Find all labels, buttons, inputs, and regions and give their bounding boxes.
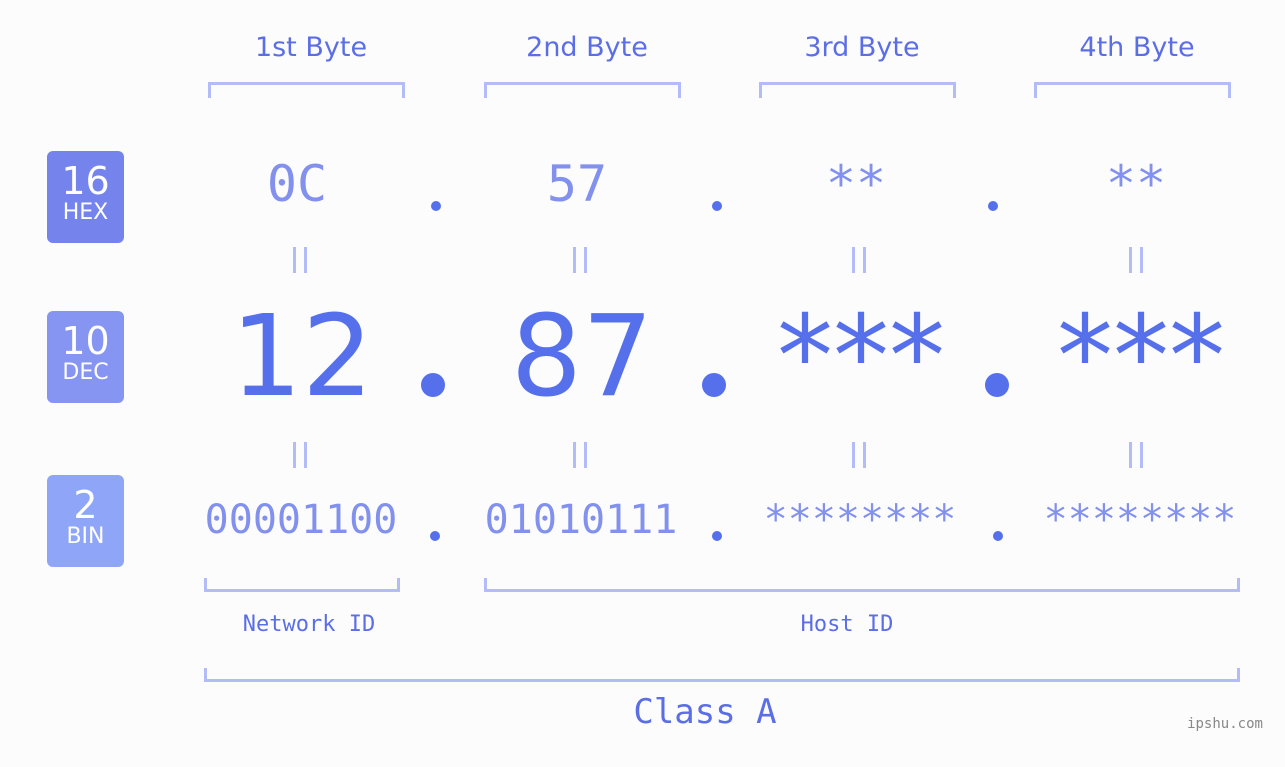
equals-icon — [852, 247, 866, 273]
byte-1-bracket — [208, 82, 405, 98]
byte-header-4: 4th Byte — [1079, 32, 1195, 63]
hex-badge-label: HEX — [62, 200, 109, 225]
bin-dot-separator — [430, 531, 440, 541]
dec-badge: 10 DEC — [47, 311, 124, 403]
hex-value-2: 57 — [546, 155, 608, 213]
bin-badge-label: BIN — [66, 524, 105, 549]
class-label: Class A — [633, 692, 777, 732]
hex-dot-separator — [712, 201, 722, 211]
byte-header-2: 2nd Byte — [526, 32, 648, 63]
equals-icon — [293, 247, 307, 273]
watermark: ipshu.com — [1187, 716, 1263, 732]
hex-value-4: ** — [1105, 155, 1167, 213]
dec-value-2: 87 — [510, 292, 654, 422]
hex-value-1: 0C — [266, 155, 328, 213]
bin-value-2: 01010111 — [484, 497, 678, 543]
dec-value-4: *** — [1057, 292, 1225, 422]
equals-icon — [293, 442, 307, 468]
byte-header-1: 1st Byte — [254, 32, 368, 63]
dec-dot-separator — [421, 373, 445, 397]
class-bracket — [204, 668, 1240, 682]
bin-dot-separator — [993, 531, 1003, 541]
equals-icon — [573, 247, 587, 273]
dec-badge-label: DEC — [62, 360, 109, 385]
hex-value-3: ** — [825, 155, 887, 213]
byte-4-bracket — [1034, 82, 1231, 98]
byte-header-3: 3rd Byte — [804, 32, 920, 63]
dec-dot-separator — [702, 373, 726, 397]
bin-badge: 2 BIN — [47, 475, 124, 567]
host-id-label: Host ID — [800, 612, 894, 637]
equals-icon — [573, 442, 587, 468]
dec-dot-separator — [985, 373, 1009, 397]
dec-badge-number: 10 — [61, 319, 110, 363]
equals-icon — [1129, 247, 1143, 273]
host-id-bracket — [484, 578, 1240, 592]
bin-dot-separator — [712, 531, 722, 541]
hex-badge: 16 HEX — [47, 151, 124, 243]
equals-icon — [852, 442, 866, 468]
network-id-label: Network ID — [242, 612, 376, 637]
byte-2-bracket — [484, 82, 681, 98]
bin-value-3: ******** — [763, 497, 957, 543]
dec-value-3: *** — [777, 292, 945, 422]
hex-dot-separator — [988, 201, 998, 211]
dec-value-1: 12 — [230, 292, 374, 422]
hex-badge-number: 16 — [61, 159, 110, 203]
network-id-bracket — [204, 578, 400, 592]
bin-value-4: ******** — [1043, 497, 1237, 543]
bin-value-1: 00001100 — [204, 497, 398, 543]
hex-dot-separator — [431, 201, 441, 211]
equals-icon — [1129, 442, 1143, 468]
byte-3-bracket — [759, 82, 956, 98]
bin-badge-number: 2 — [73, 483, 98, 527]
